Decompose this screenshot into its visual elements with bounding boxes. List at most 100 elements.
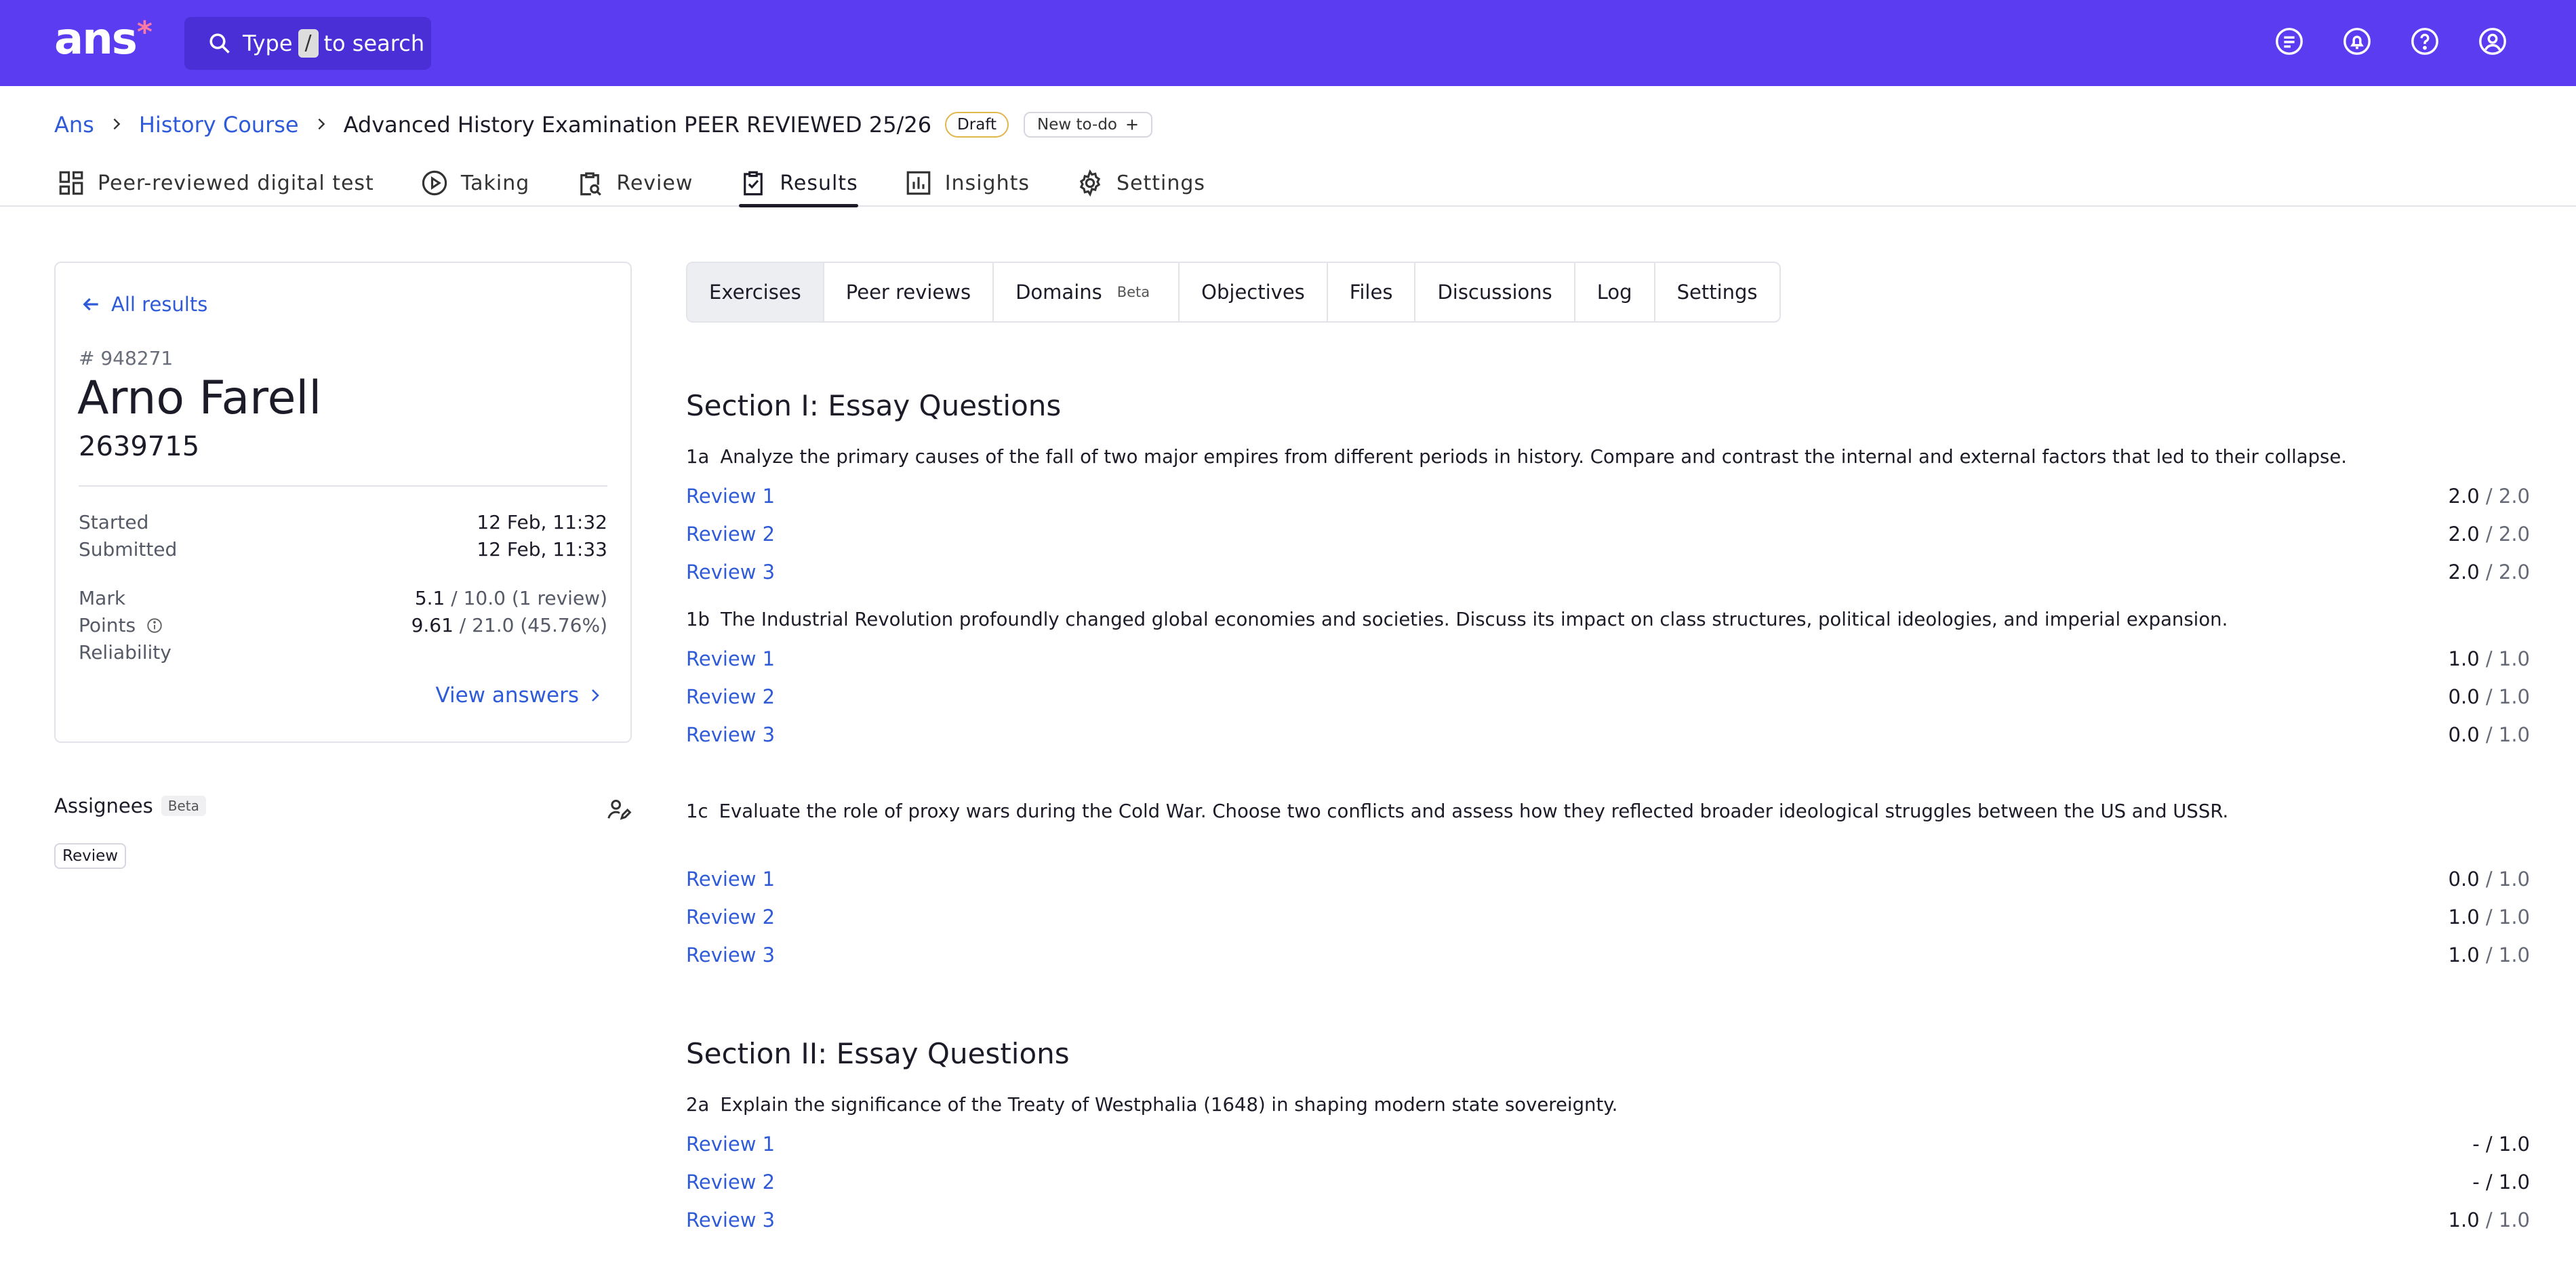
subtab-log[interactable]: Log: [1575, 263, 1655, 321]
subtab-files[interactable]: Files: [1328, 263, 1416, 321]
reliability-label: Reliability: [79, 640, 172, 664]
tab-peer-reviewed-digital-test[interactable]: Peer-reviewed digital test: [57, 160, 374, 206]
review-link[interactable]: Review 3: [686, 723, 775, 746]
question-text: The Industrial Revolution profoundly cha…: [720, 609, 2228, 630]
score-max: / 1.0: [2479, 685, 2530, 708]
section-title: Section I: Essay Questions: [686, 389, 1062, 422]
info-icon[interactable]: [146, 617, 163, 634]
score-value: 1.0: [2448, 647, 2480, 670]
review-link[interactable]: Review 2: [686, 1171, 775, 1194]
tab-label: Insights: [944, 171, 1030, 195]
review-score: - / 1.0: [2472, 1171, 2530, 1194]
student-number: 2639715: [79, 431, 200, 462]
breadcrumb-course[interactable]: History Course: [139, 112, 299, 138]
points-value: 9.61 / 21.0 (45.76%): [411, 614, 607, 636]
tab-taking[interactable]: Taking: [420, 160, 530, 206]
question-1c: 1c Evaluate the role of proxy wars during…: [686, 800, 2228, 822]
review-link[interactable]: Review 1: [686, 647, 775, 670]
question-1a: 1a Analyze the primary causes of the fall…: [686, 446, 2347, 468]
search-box[interactable]: Type / to search: [184, 17, 431, 70]
review-score: - / 1.0: [2472, 1133, 2530, 1156]
breadcrumb-root[interactable]: Ans: [54, 112, 94, 138]
review-score: 1.0 / 1.0: [2449, 943, 2530, 966]
search-prefix: Type: [243, 30, 293, 56]
review-row: Review 1 - / 1.0: [686, 1128, 2530, 1160]
review-row: Review 1 1.0 / 1.0: [686, 643, 2530, 675]
tab-label: Taking: [460, 171, 530, 195]
review-link[interactable]: Review 3: [686, 1208, 775, 1232]
tab-review[interactable]: Review: [576, 160, 693, 206]
gear-icon: [1079, 169, 1101, 197]
chevron-right-icon: [314, 113, 329, 137]
student-name: Arno Farell: [77, 371, 322, 425]
started-label: Started: [79, 510, 149, 533]
review-row: Review 1 0.0 / 1.0: [686, 863, 2530, 895]
score-value: 2.0: [2448, 523, 2480, 546]
tab-results[interactable]: Results: [739, 160, 859, 207]
search-suffix: to search: [323, 30, 425, 56]
score-value: 0.0: [2448, 868, 2480, 891]
tab-settings[interactable]: Settings: [1076, 160, 1205, 206]
page-title: Advanced History Examination PEER REVIEW…: [343, 112, 932, 138]
clipboard-search-icon: [580, 172, 602, 196]
view-answers-label: View answers: [435, 683, 579, 708]
tab-insights[interactable]: Insights: [904, 160, 1030, 206]
review-link[interactable]: Review 1: [686, 1133, 775, 1156]
submitted-label: Submitted: [79, 537, 178, 561]
review-row: Review 2 - / 1.0: [686, 1166, 2530, 1198]
mark-score: 5.1: [414, 586, 445, 609]
task-list-icon[interactable]: [2274, 26, 2305, 57]
review-link[interactable]: Review 2: [686, 523, 775, 546]
assignee-review-chip[interactable]: Review: [54, 843, 127, 869]
mark-total: / 10.0 (1 review): [445, 586, 607, 609]
review-row: Review 3 2.0 / 2.0: [686, 556, 2530, 588]
review-link[interactable]: Review 2: [686, 905, 775, 929]
tab-label: Results: [780, 171, 858, 195]
review-link[interactable]: Review 3: [686, 561, 775, 584]
assignees-label: Assignees: [54, 794, 153, 817]
review-score: 0.0 / 1.0: [2449, 685, 2530, 708]
dashboard-grid-icon: [59, 171, 83, 195]
score-max: / 1.0: [2479, 868, 2530, 891]
ans-logo[interactable]: ans *: [54, 12, 153, 66]
review-score: 2.0 / 2.0: [2449, 561, 2530, 584]
started-value: 12 Feb, 11:32: [477, 510, 607, 533]
search-shortcut-key: /: [298, 29, 319, 58]
results-sub-tabs: Exercises Peer reviews Domains Beta Obje…: [686, 262, 1781, 323]
subtab-peer-reviews[interactable]: Peer reviews: [824, 263, 994, 321]
review-score: 0.0 / 1.0: [2449, 868, 2530, 891]
breadcrumb: Ans History Course Advanced History Exam…: [54, 108, 1152, 141]
score-max: / 1.0: [2479, 943, 2530, 966]
question-number: 1a: [686, 446, 710, 468]
subtab-exercises[interactable]: Exercises: [687, 263, 824, 321]
edit-assignees-icon[interactable]: [605, 796, 632, 823]
subtab-label: Domains: [1015, 281, 1102, 304]
score-value: 0.0: [2448, 685, 2480, 708]
chevron-right-icon: [109, 113, 124, 137]
subtab-objectives[interactable]: Objectives: [1180, 263, 1328, 321]
points-score: 9.61: [411, 613, 454, 636]
subtab-domains[interactable]: Domains Beta: [994, 263, 1180, 321]
reliability-row: Reliability: [79, 638, 607, 666]
question-number: 1c: [686, 800, 708, 822]
main-tabs: Peer-reviewed digital test Taking Review…: [57, 160, 1251, 207]
card-divider: [79, 485, 607, 487]
question-number: 2a: [686, 1094, 710, 1116]
subtab-settings[interactable]: Settings: [1655, 263, 1779, 321]
review-link[interactable]: Review 1: [686, 868, 775, 891]
view-answers-link[interactable]: View answers: [435, 683, 603, 708]
question-text: Analyze the primary causes of the fall o…: [720, 446, 2348, 468]
all-results-link[interactable]: All results: [80, 293, 207, 316]
notification-bell-icon[interactable]: [2341, 26, 2373, 57]
user-account-icon[interactable]: [2477, 26, 2508, 57]
section-title: Section II: Essay Questions: [686, 1037, 1070, 1070]
review-score: 0.0 / 1.0: [2449, 723, 2530, 746]
started-row: Started 12 Feb, 11:32: [79, 508, 607, 535]
review-link[interactable]: Review 2: [686, 685, 775, 708]
review-link[interactable]: Review 3: [686, 943, 775, 966]
review-link[interactable]: Review 1: [686, 485, 775, 508]
new-todo-button[interactable]: New to-do: [1024, 112, 1152, 138]
all-results-label: All results: [111, 293, 208, 316]
help-icon[interactable]: [2409, 26, 2440, 57]
subtab-discussions[interactable]: Discussions: [1415, 263, 1575, 321]
